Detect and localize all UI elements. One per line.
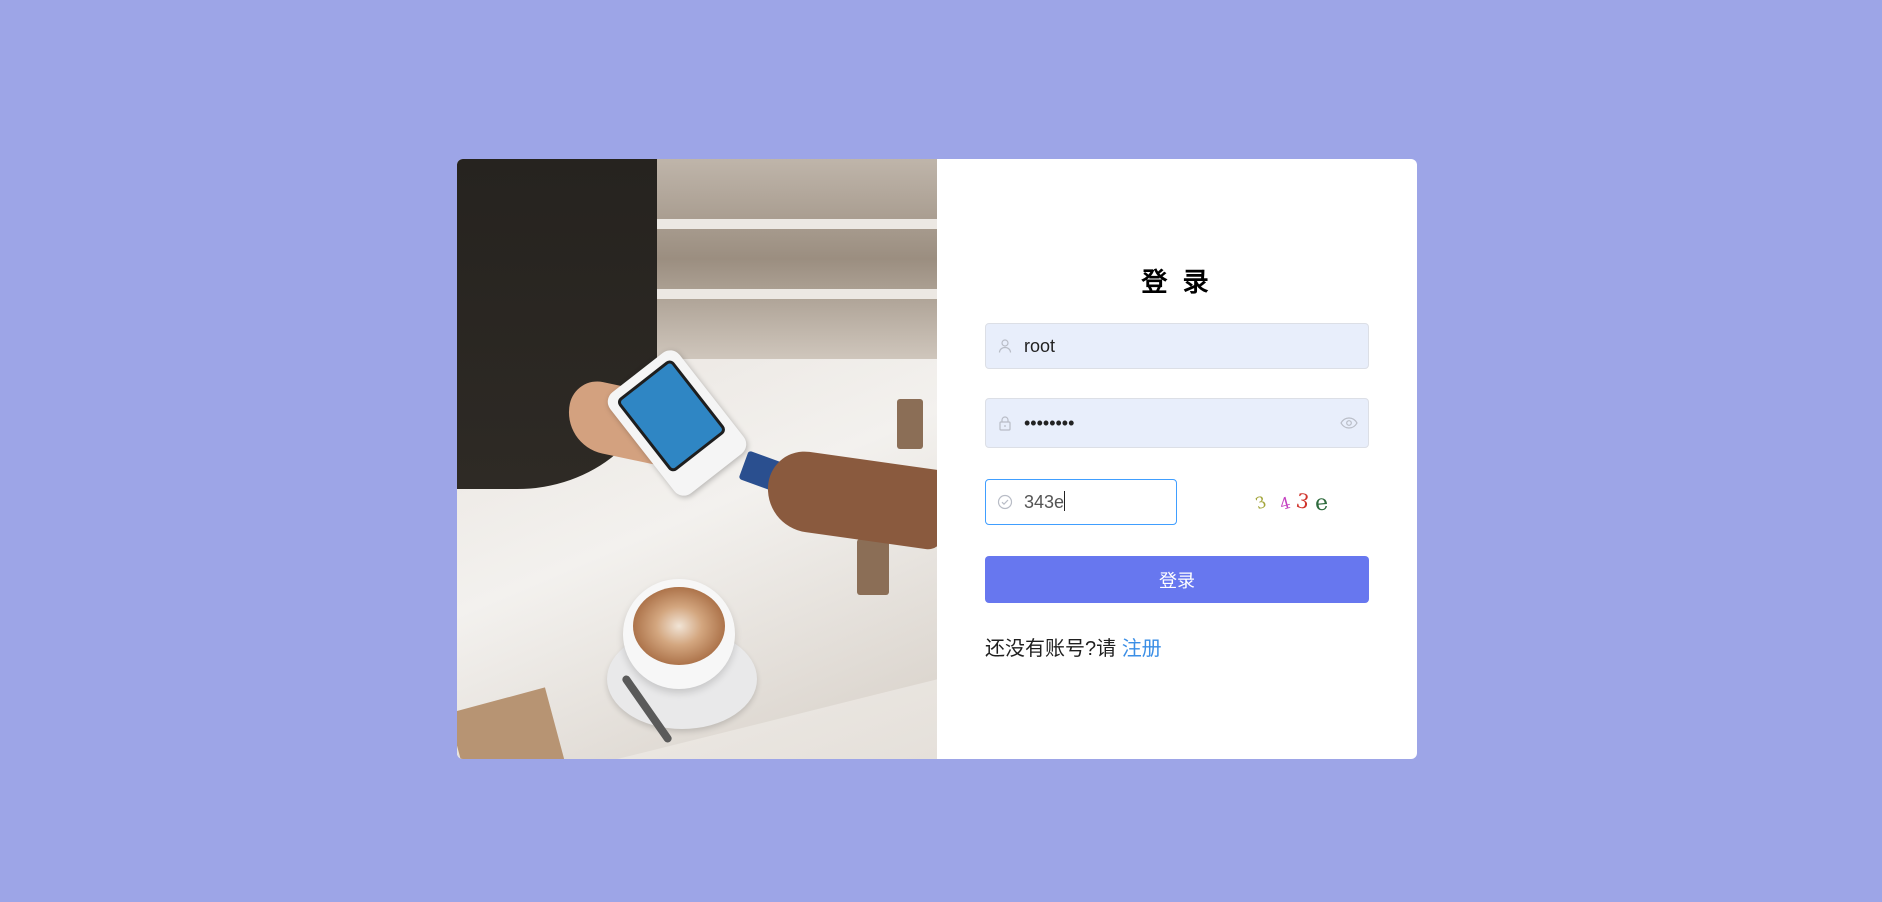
login-button[interactable]: 登录 xyxy=(985,556,1369,603)
cafe-shelves xyxy=(627,159,937,359)
text-caret xyxy=(1064,491,1066,511)
password-input[interactable]: •••••••• xyxy=(1024,413,1330,434)
register-link[interactable]: 注册 xyxy=(1122,638,1162,660)
captcha-char: e xyxy=(1313,489,1329,517)
register-prompt: 还没有账号?请 xyxy=(985,638,1122,660)
password-field[interactable]: •••••••• xyxy=(985,398,1369,448)
captcha-input[interactable]: 343e xyxy=(1024,491,1176,513)
hero-photo xyxy=(457,159,937,759)
captcha-char: 3 xyxy=(1253,491,1270,513)
spice-jar xyxy=(897,399,923,449)
lock-icon xyxy=(986,415,1024,431)
captcha-input-text: 343e xyxy=(1024,492,1065,512)
captcha-image[interactable]: 3 4 3 e xyxy=(1237,481,1347,525)
login-form: 登 录 root •••••••• 343e 3 4 3 e 登录 还没有账号?… xyxy=(937,159,1417,759)
captcha-char: 3 xyxy=(1294,488,1311,514)
captcha-field[interactable]: 343e xyxy=(985,479,1177,525)
spice-jar xyxy=(857,539,889,595)
username-input[interactable]: root xyxy=(1024,336,1368,357)
latte-art xyxy=(633,587,725,665)
username-field[interactable]: root xyxy=(985,323,1369,369)
eye-icon[interactable] xyxy=(1330,416,1368,430)
user-icon xyxy=(986,338,1024,354)
captcha-char: 4 xyxy=(1277,492,1293,514)
shelf-board xyxy=(627,289,937,299)
login-title: 登 录 xyxy=(1141,267,1213,297)
shelf-board xyxy=(627,219,937,229)
check-circle-icon xyxy=(986,494,1024,510)
login-card: 登 录 root •••••••• 343e 3 4 3 e 登录 还没有账号?… xyxy=(457,159,1417,759)
register-line: 还没有账号?请 注册 xyxy=(985,632,1162,661)
